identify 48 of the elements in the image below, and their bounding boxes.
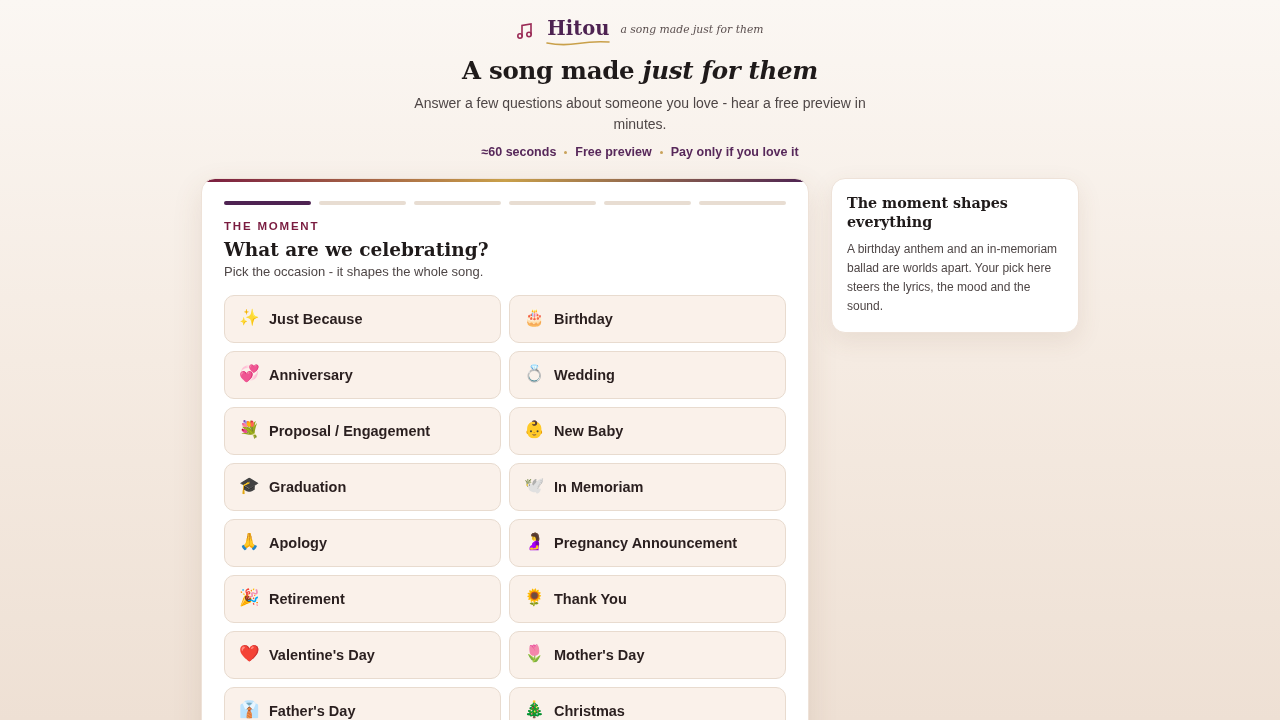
christmas-tree-icon: 🎄 [524, 699, 545, 718]
info-title: The moment shapes everything [847, 194, 1009, 232]
question-hint: Pick the occasion - it shapes the whole song. [224, 263, 485, 281]
info-text: A birthday anthem and an in-memoriam ballad are worlds apart. Your pick here steers the lyrics, the mood and the sound. [847, 241, 1059, 315]
occasion-option[interactable]: 🎉 Retirement [224, 575, 501, 623]
underline-swoosh-icon [546, 39, 611, 46]
occasion-option[interactable]: 🙏 Apology [224, 519, 501, 567]
occasion-option[interactable]: ❤ Valentine's Day [224, 631, 501, 679]
occasion-option[interactable]: 💞 Anniversary [224, 351, 501, 399]
perk-text: ≈60 seconds [481, 145, 557, 159]
perk-text: Free preview [575, 145, 652, 159]
birthday-cake-icon: 🎂 [524, 307, 545, 326]
tulip-icon: 🌷 [524, 643, 545, 662]
ring-icon: 💍 [524, 363, 545, 382]
occasion-option[interactable]: 🌻 Thank You [509, 575, 786, 623]
question-title: What are we celebrating? [224, 238, 490, 262]
occasion-option[interactable]: 🎓 Graduation [224, 463, 501, 511]
occasion-option[interactable]: 🕊 In Memoriam [509, 463, 786, 511]
bouquet-icon: 💐 [239, 419, 260, 438]
brand-tagline: a song made just for them [620, 22, 764, 36]
perk-text: Pay only if you love it [670, 145, 799, 159]
shirt-and-tie-icon: 👔 [239, 699, 260, 718]
occasion-option[interactable]: 🎂 Birthday [509, 295, 786, 343]
occasion-option[interactable]: 🌷 Mother's Day [509, 631, 786, 679]
music-note-icon [516, 22, 535, 40]
dove-icon: 🕊 [524, 475, 545, 494]
occasion-option[interactable]: ✨ Just Because [224, 295, 501, 343]
party-popper-icon: 🎉 [239, 587, 260, 606]
occasion-option[interactable]: 💐 Proposal / Engagement [224, 407, 501, 455]
page-subtitle: Answer a few questions about someone you love - hear a free preview in minutes. [413, 94, 867, 134]
graduation-cap-icon: 🎓 [239, 475, 260, 494]
occasion-option[interactable]: 💍 Wedding [509, 351, 786, 399]
separator-dot-icon [659, 150, 663, 154]
folded-hands-icon: 🙏 [239, 531, 260, 550]
page-title: A song made just for them [462, 55, 818, 87]
two-hearts-icon: 💞 [239, 363, 260, 382]
occasion-option[interactable]: 👔 Father's Day [224, 687, 501, 720]
pregnant-woman-icon: 🤰 [524, 531, 545, 550]
occasion-option[interactable]: 👶 New Baby [509, 407, 786, 455]
brand-name: Hitou [547, 16, 610, 41]
sparkles-icon: ✨ [239, 307, 260, 326]
occasion-option[interactable]: 🤰 Pregnancy Announcement [509, 519, 786, 567]
baby-icon: 👶 [524, 419, 545, 438]
occasion-option[interactable]: 🎄 Christmas [509, 687, 786, 720]
step-label: THE MOMENT [224, 219, 321, 233]
separator-dot-icon [564, 150, 568, 154]
sunflower-icon: 🌻 [524, 587, 545, 606]
heart-icon: ❤ [239, 643, 260, 662]
